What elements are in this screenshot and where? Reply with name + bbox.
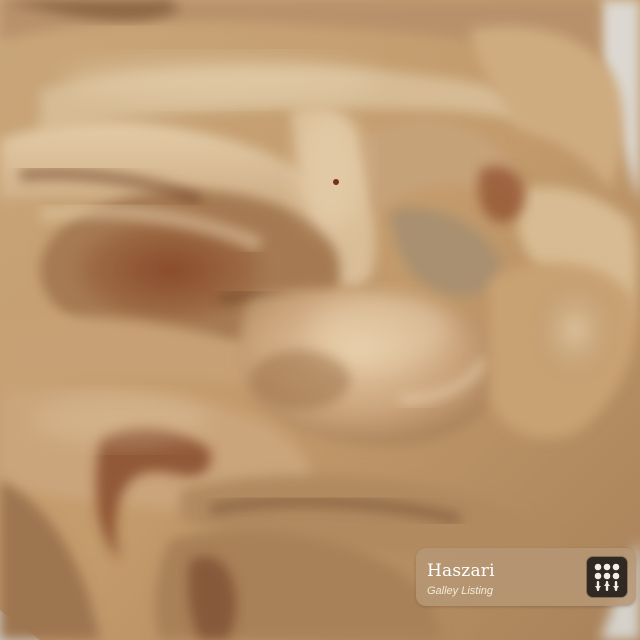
listing-label: Galley Listing <box>427 585 494 597</box>
artist-tag-card: Haszari Galley Listing <box>416 548 636 606</box>
stone-face-photo <box>0 0 640 640</box>
artist-name: Haszari <box>427 561 495 581</box>
dice-grid-icon <box>587 557 627 597</box>
